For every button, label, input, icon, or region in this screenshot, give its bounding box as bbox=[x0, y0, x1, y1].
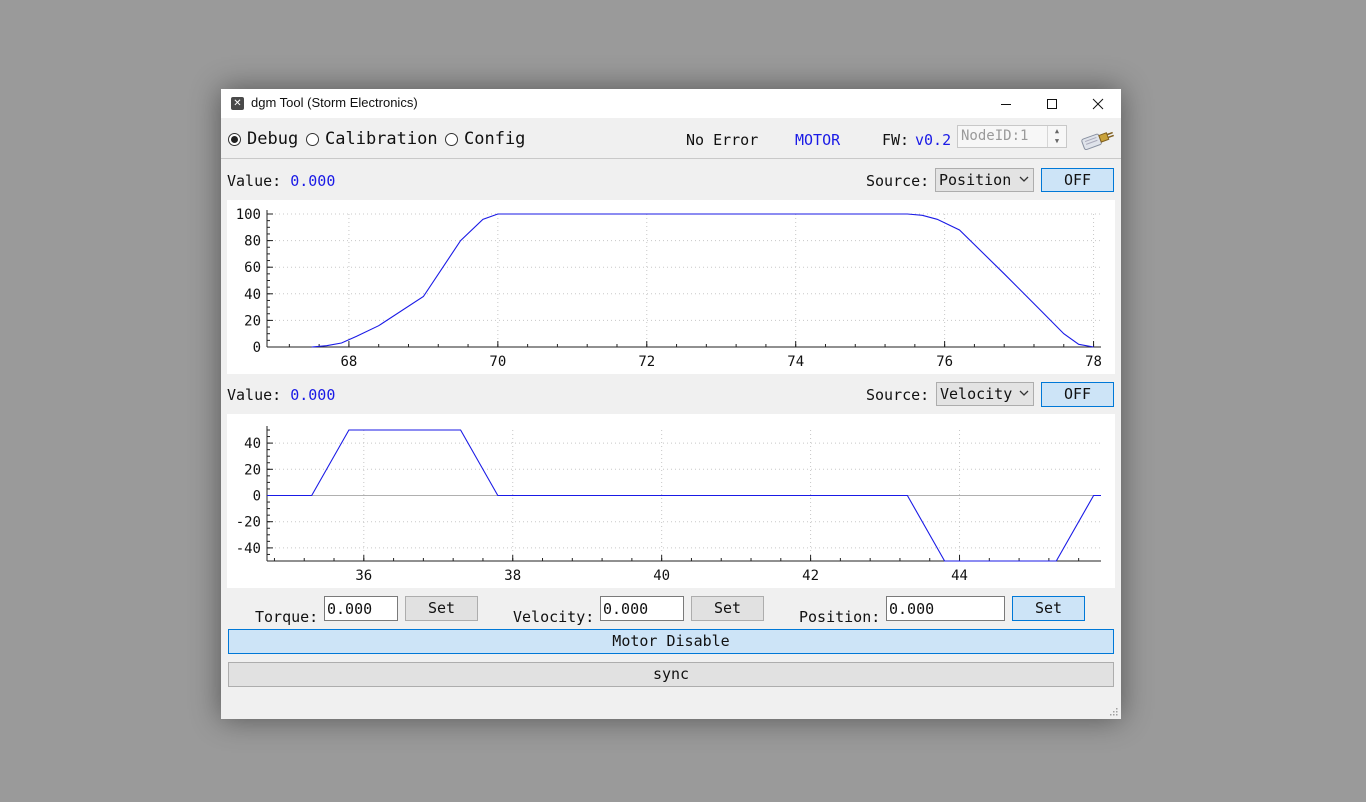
y-tick-label: 60 bbox=[244, 260, 261, 276]
mode-debug-radio[interactable]: Debug bbox=[228, 129, 298, 149]
mode-tag: MOTOR bbox=[795, 131, 841, 149]
app-window: ✕ dgm Tool (Storm Electronics) Debug Cal… bbox=[221, 89, 1121, 719]
fw-label: FW: bbox=[882, 131, 910, 149]
plot2-source-value: Velocity bbox=[940, 385, 1013, 403]
x-tick-label: 44 bbox=[951, 568, 968, 584]
plot2-source-select[interactable]: Velocity bbox=[936, 382, 1034, 406]
minimize-icon bbox=[1001, 104, 1011, 105]
x-tick-label: 76 bbox=[936, 354, 953, 370]
plot1-value-row: Value: 0.000 bbox=[227, 172, 335, 190]
y-tick-label: 100 bbox=[236, 207, 261, 223]
x-tick-label: 36 bbox=[355, 568, 372, 584]
series-line bbox=[311, 213, 1094, 348]
connect-icon[interactable] bbox=[1079, 126, 1117, 152]
mode-config-radio[interactable]: Config bbox=[445, 129, 525, 149]
y-tick-label: 20 bbox=[244, 313, 261, 329]
plot2-value-label: Value: bbox=[227, 386, 282, 404]
x-tick-label: 72 bbox=[638, 354, 655, 370]
plot1-source-label: Source: bbox=[866, 172, 930, 190]
mode-debug-label: Debug bbox=[247, 129, 299, 149]
resize-grip-icon[interactable] bbox=[1108, 706, 1118, 716]
plot2-value: 0.000 bbox=[290, 386, 336, 404]
velocity-chart-svg: 36 38 40 42 44 -40 -20 0 20 40 bbox=[236, 426, 1101, 584]
fw-version: v0.2 bbox=[915, 131, 952, 149]
x-tick-label: 42 bbox=[802, 568, 819, 584]
y-tick-label: 80 bbox=[244, 234, 261, 250]
error-status: No Error bbox=[686, 131, 759, 149]
x-tick-label: 78 bbox=[1085, 354, 1102, 370]
node-id-placeholder: NodeID:1 bbox=[961, 128, 1029, 144]
velocity-label: Velocity: bbox=[513, 608, 595, 626]
plot2-toggle-button[interactable]: OFF bbox=[1041, 382, 1114, 407]
plot1-value-label: Value: bbox=[227, 172, 282, 190]
velocity-chart: 36 38 40 42 44 -40 -20 0 20 40 bbox=[227, 414, 1115, 588]
y-tick-label: 0 bbox=[253, 489, 261, 505]
minimize-button[interactable] bbox=[983, 89, 1029, 118]
chevron-down-icon bbox=[1019, 176, 1029, 182]
spin-arrows-icon[interactable]: ▲ ▼ bbox=[1047, 126, 1066, 147]
torque-input[interactable]: 0.000 bbox=[324, 596, 398, 621]
title-bar[interactable]: ✕ dgm Tool (Storm Electronics) bbox=[221, 89, 1121, 118]
chevron-down-icon bbox=[1019, 390, 1029, 396]
x-tick-label: 74 bbox=[787, 354, 804, 370]
y-tick-label: 40 bbox=[244, 436, 261, 452]
mode-calibration-label: Calibration bbox=[325, 129, 438, 149]
torque-label: Torque: bbox=[255, 608, 319, 626]
plot2-source-label: Source: bbox=[866, 386, 930, 404]
plot1-source-value: Position bbox=[939, 171, 1012, 189]
y-tick-label: -20 bbox=[236, 515, 261, 531]
x-tick-label: 38 bbox=[504, 568, 521, 584]
toolbar: Debug Calibration Config No Error MOTOR … bbox=[221, 118, 1121, 159]
plot1-value: 0.000 bbox=[290, 172, 336, 190]
radio-unchecked-icon bbox=[445, 132, 458, 146]
velocity-input[interactable]: 0.000 bbox=[600, 596, 684, 621]
x-tick-label: 68 bbox=[340, 354, 357, 370]
close-icon bbox=[1092, 98, 1104, 110]
radio-checked-icon bbox=[228, 132, 241, 146]
mode-calibration-radio[interactable]: Calibration bbox=[306, 129, 438, 149]
maximize-icon bbox=[1047, 99, 1057, 109]
position-set-button[interactable]: Set bbox=[1012, 596, 1085, 621]
y-tick-label: -40 bbox=[236, 541, 261, 557]
position-chart: 68 70 72 74 76 78 0 20 40 60 80 100 bbox=[227, 200, 1115, 374]
position-label: Position: bbox=[799, 608, 881, 626]
window-title: dgm Tool (Storm Electronics) bbox=[251, 95, 418, 110]
position-input[interactable]: 0.000 bbox=[886, 596, 1005, 621]
motor-disable-button[interactable]: Motor Disable bbox=[228, 629, 1114, 654]
x-tick-label: 70 bbox=[489, 354, 506, 370]
y-tick-label: 0 bbox=[253, 340, 261, 356]
sync-button[interactable]: sync bbox=[228, 662, 1114, 687]
maximize-button[interactable] bbox=[1029, 89, 1075, 118]
close-button[interactable] bbox=[1075, 89, 1121, 118]
y-tick-label: 40 bbox=[244, 287, 261, 303]
velocity-set-button[interactable]: Set bbox=[691, 596, 764, 621]
plot1-source-select[interactable]: Position bbox=[935, 168, 1034, 192]
torque-set-button[interactable]: Set bbox=[405, 596, 478, 621]
app-icon: ✕ bbox=[231, 97, 244, 110]
node-id-spinbox[interactable]: NodeID:1 ▲ ▼ bbox=[957, 125, 1067, 148]
plot1-toggle-button[interactable]: OFF bbox=[1041, 168, 1114, 192]
radio-unchecked-icon bbox=[306, 132, 319, 146]
x-tick-label: 40 bbox=[653, 568, 670, 584]
plot2-value-row: Value: 0.000 bbox=[227, 386, 335, 404]
mode-config-label: Config bbox=[464, 129, 526, 149]
position-chart-svg: 68 70 72 74 76 78 0 20 40 60 80 100 bbox=[236, 207, 1102, 370]
y-tick-label: 20 bbox=[244, 462, 261, 478]
